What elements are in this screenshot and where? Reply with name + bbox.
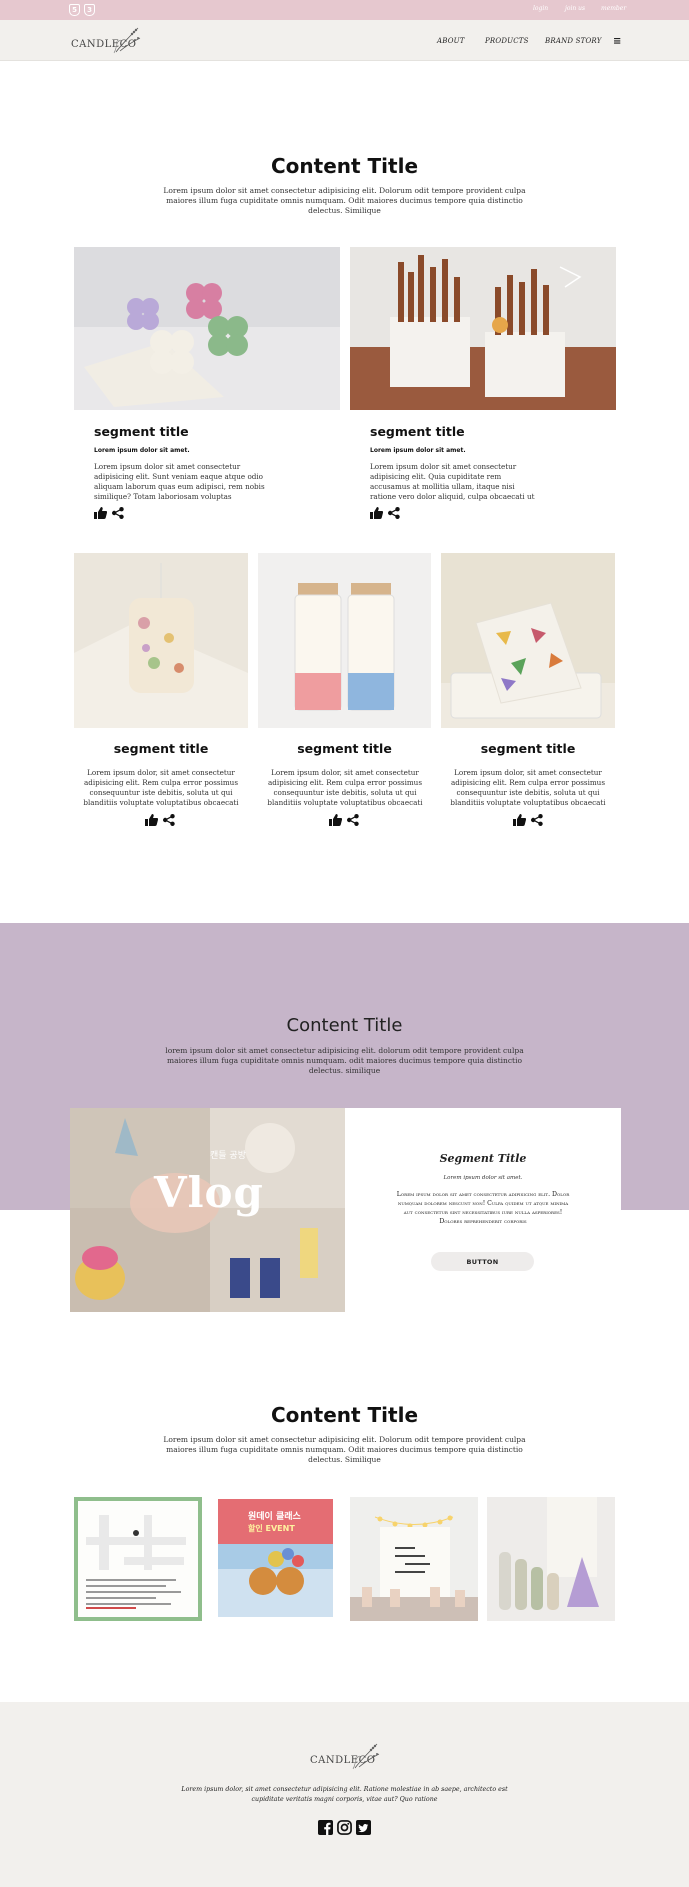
instagram-icon[interactable]: [337, 1820, 352, 1835]
poster-event-text: 할인 EVENT: [248, 1524, 295, 1533]
share-icon[interactable]: [388, 507, 400, 519]
vlog-card-title: Segment Title: [439, 1152, 527, 1165]
nav-about[interactable]: ABOUT: [437, 37, 465, 45]
vlog-card-subtitle: Lorem ipsum dolor sit amet.: [443, 1175, 523, 1181]
workshop-lights-photo[interactable]: [350, 1497, 478, 1621]
small-card-1-title: segment title: [113, 741, 209, 756]
share-icon[interactable]: [163, 814, 175, 826]
sculpture-candles-photo[interactable]: [487, 1497, 615, 1621]
section3-desc: Lorem ipsum dolor sit amet consectetur a…: [163, 1435, 526, 1464]
section2-title: Content Title: [286, 1015, 403, 1036]
large-card-1-body: Lorem ipsum dolor sit amet consectetur a…: [94, 462, 265, 501]
thumbs-up-icon[interactable]: [145, 814, 158, 826]
large-card-2-body: Lorem ipsum dolor sit amet consectetur a…: [370, 462, 535, 501]
facebook-icon[interactable]: [318, 1820, 333, 1835]
jar-candles-photo: [258, 553, 431, 728]
nav-products[interactable]: PRODUCTS: [485, 37, 529, 45]
vlog-label: Vlog: [154, 1168, 264, 1217]
large-card-2-subtitle: Lorem ipsum dolor sit amet.: [370, 447, 466, 454]
poster-korean-text: 원데이 클래스: [248, 1512, 301, 1522]
login-link[interactable]: login: [533, 5, 548, 12]
event-poster-photo[interactable]: 원데이 클래스 할인 EVENT: [218, 1499, 333, 1617]
vlog-photo[interactable]: 캔들 공방 Vlog: [70, 1108, 345, 1312]
share-icon[interactable]: [531, 814, 543, 826]
join-link[interactable]: join us: [565, 5, 585, 12]
top-bar: [0, 0, 689, 20]
small-card-2-title: segment title: [297, 741, 392, 756]
footer-desc: Lorem ipsum dolor, sit amet consectetur …: [181, 1786, 508, 1803]
share-icon[interactable]: [347, 814, 359, 826]
vlog-korean-text: 캔들 공방: [210, 1151, 246, 1161]
section2-desc: lorem ipsum dolor sit amet consectetur a…: [165, 1046, 524, 1075]
vlog-card-body: Lorem ipsum dolor sit amet consectetur a…: [396, 1191, 570, 1225]
floral-candle-photo: [74, 553, 248, 728]
nav-brand-story[interactable]: BRAND STORY: [545, 37, 602, 45]
bubble-candles-photo: [74, 247, 340, 410]
small-card-2-body: Lorem ipsum dolor, sit amet consectetur …: [267, 768, 423, 807]
thumbs-up-icon[interactable]: [370, 507, 383, 519]
small-card-1-actions: [145, 813, 175, 827]
thumbs-up-icon[interactable]: [329, 814, 342, 826]
large-card-2-actions: [370, 506, 400, 520]
small-card-3-body: Lorem ipsum dolor, sit amet consectetur …: [450, 768, 606, 807]
large-card-1-subtitle: Lorem ipsum dolor sit amet.: [94, 447, 190, 454]
cinnamon-candles-photo: [350, 247, 616, 410]
footer-logo[interactable]: CANDLECO: [309, 1742, 381, 1772]
small-card-1-body: Lorem ipsum dolor, sit amet consectetur …: [83, 768, 239, 807]
logo[interactable]: CANDLECO: [70, 26, 142, 56]
hamburger-menu-icon[interactable]: ≡: [613, 36, 621, 47]
twitter-icon[interactable]: [356, 1820, 371, 1835]
small-card-2-actions: [329, 813, 359, 827]
map-photo[interactable]: [74, 1497, 202, 1621]
css3-icon: 3: [84, 4, 95, 16]
thumbs-up-icon[interactable]: [94, 507, 107, 519]
large-card-2-title: segment title: [370, 424, 465, 439]
large-card-1-actions: [94, 506, 124, 520]
section1-desc: Lorem ipsum dolor sit amet consectetur a…: [163, 186, 526, 215]
vlog-card-button[interactable]: BUTTON: [431, 1252, 534, 1271]
small-card-3-title: segment title: [480, 741, 576, 756]
member-link[interactable]: member: [601, 5, 626, 12]
lavender-logo-icon: [113, 27, 141, 54]
large-card-1-title: segment title: [94, 424, 189, 439]
terrazzo-candle-photo: [441, 553, 615, 728]
section1-title: Content Title: [270, 154, 419, 178]
lavender-logo-icon: [352, 1743, 380, 1770]
html5-icon: 5: [69, 4, 80, 16]
section3-title: Content Title: [270, 1403, 419, 1427]
thumbs-up-icon[interactable]: [513, 814, 526, 826]
share-icon[interactable]: [112, 507, 124, 519]
small-card-3-actions: [513, 813, 543, 827]
